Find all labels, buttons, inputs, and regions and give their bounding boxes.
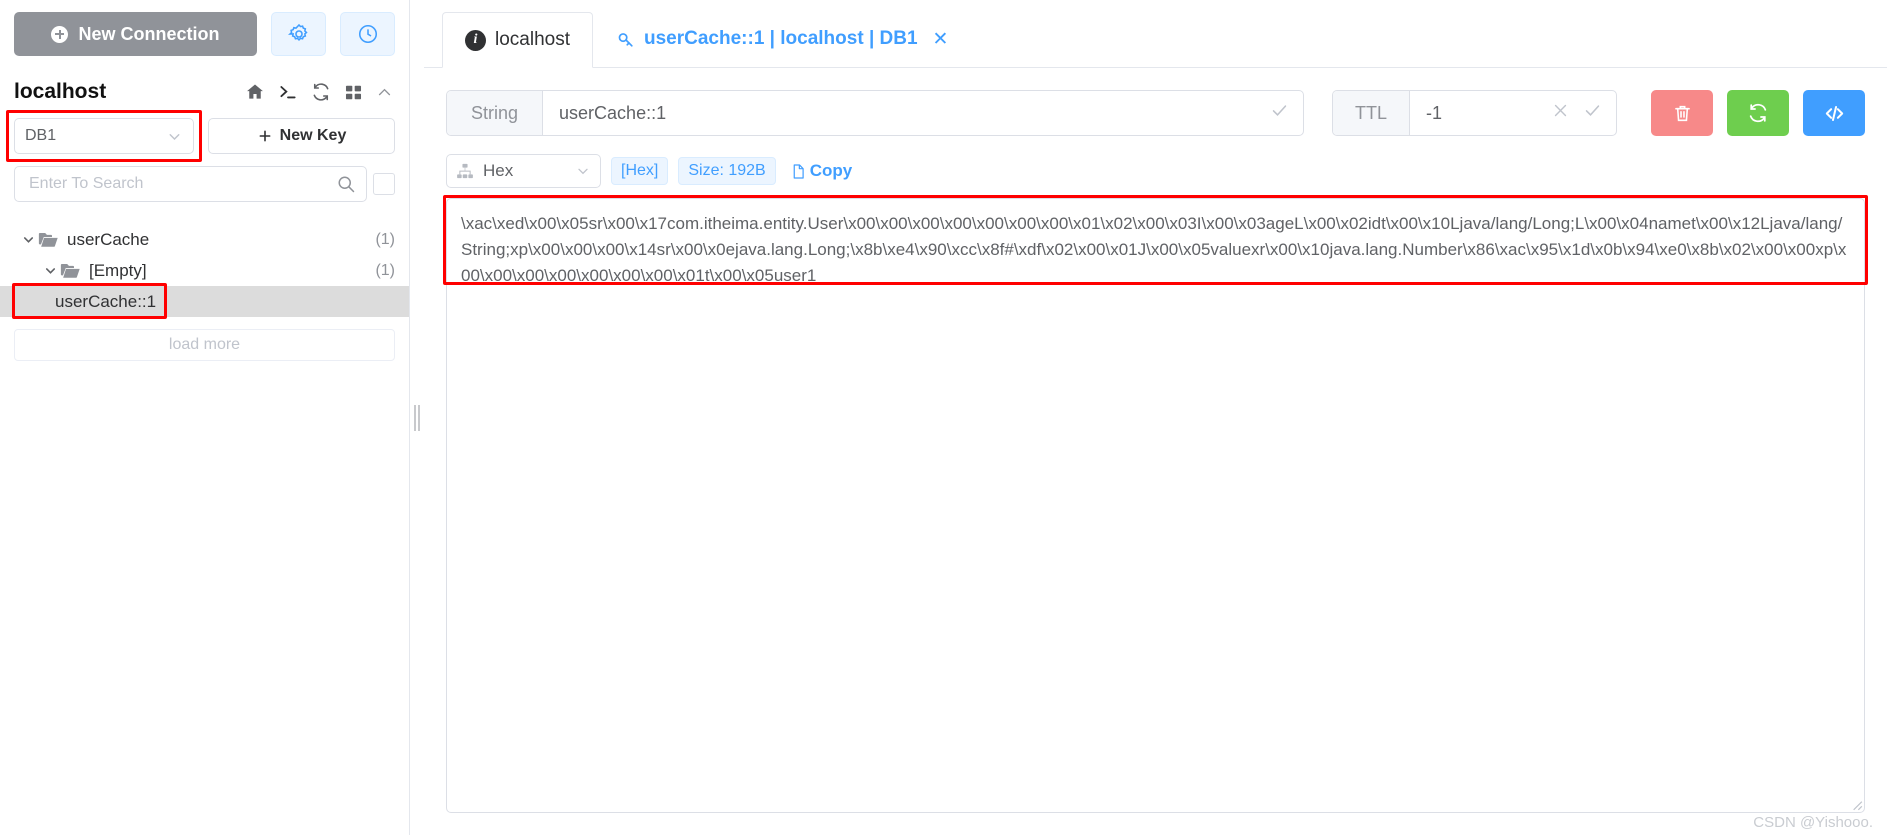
refresh-button[interactable]	[311, 82, 331, 102]
db-select-wrapper: DB1	[6, 110, 202, 162]
history-button[interactable]	[340, 12, 395, 56]
main-panel: i localhost userCache::1 | localhost | D…	[424, 0, 1887, 835]
format-select[interactable]: Hex	[446, 154, 601, 188]
tree-node-label: [Empty]	[89, 260, 147, 280]
value-textarea[interactable]: \xac\xed\x00\x05sr\x00\x17com.itheima.en…	[446, 198, 1865, 813]
host-name: localhost	[14, 80, 107, 103]
tab-key-detail[interactable]: userCache::1 | localhost | DB1 ✕	[593, 11, 971, 67]
collapse-button[interactable]	[376, 84, 393, 101]
tree-node-userCache-1[interactable]: userCache::1	[0, 283, 409, 319]
search-icon[interactable]	[336, 174, 356, 194]
tab-bar: i localhost userCache::1 | localhost | D…	[424, 0, 1887, 68]
tab-localhost[interactable]: i localhost	[442, 12, 593, 68]
settings-button[interactable]	[271, 12, 326, 56]
reload-value-button[interactable]	[1727, 90, 1789, 136]
clock-icon	[358, 24, 377, 44]
new-connection-button[interactable]: New Connection	[14, 12, 257, 56]
tree-node-label: userCache::1	[55, 291, 157, 311]
tree-node-count: (1)	[375, 230, 395, 248]
format-select-value: Hex	[483, 161, 514, 180]
key-name-input[interactable]	[557, 101, 1250, 125]
refresh-icon	[313, 83, 329, 101]
ttl-input-suffix	[1546, 91, 1616, 135]
copy-button[interactable]: Copy	[790, 161, 853, 181]
chevron-down-icon	[578, 168, 588, 175]
key-input-suffix	[1264, 91, 1303, 135]
close-icon[interactable]	[1552, 102, 1569, 125]
check-icon[interactable]	[1583, 101, 1602, 126]
key-icon	[618, 32, 633, 47]
db-select[interactable]: DB1	[14, 118, 194, 154]
tree-node-label: userCache	[67, 229, 150, 249]
copy-label: Copy	[809, 161, 853, 180]
host-header: localhost	[0, 66, 409, 112]
home-button[interactable]	[245, 82, 265, 102]
info-icon: i	[465, 29, 486, 51]
load-more-button[interactable]: load more	[14, 329, 395, 361]
chevron-down-icon	[169, 133, 180, 140]
console-button[interactable]	[278, 82, 298, 102]
tab-label: localhost	[495, 29, 570, 50]
db-select-value: DB1	[25, 127, 57, 144]
key-action-buttons	[1651, 90, 1865, 136]
search-scope-checkbox[interactable]	[373, 173, 395, 195]
ttl-label: TTL	[1333, 91, 1411, 135]
trash-icon	[1674, 105, 1690, 121]
size-tag[interactable]: Size: 192B	[678, 157, 776, 185]
chevron-down-icon[interactable]	[18, 232, 38, 247]
document-icon	[793, 163, 804, 179]
encoding-tag-label: [Hex]	[621, 162, 659, 179]
plus-circle-icon	[51, 25, 69, 43]
key-input-group: String	[446, 90, 1304, 136]
view-toolbar: Hex [Hex] Size: 192B Copy	[424, 136, 1887, 188]
host-action-icons	[245, 82, 393, 102]
sidebar-top-actions: New Connection	[0, 0, 409, 66]
redis-desktop-manager-window: New Connection localhost DB1 New Key Ent…	[0, 0, 1887, 835]
folder-open-icon	[60, 262, 81, 280]
search-box[interactable]	[14, 166, 367, 202]
ttl-field[interactable]	[1410, 91, 1546, 135]
plus-icon	[259, 130, 271, 142]
ttl-input-group: TTL	[1332, 90, 1617, 136]
panel-splitter[interactable]	[410, 0, 424, 835]
chevron-up-icon	[378, 88, 391, 95]
tree-node-count: (1)	[375, 261, 395, 279]
new-connection-label: New Connection	[78, 23, 220, 44]
gear-icon	[287, 23, 308, 42]
key-tree: userCache (1) [Empty] (1) userCache::1 l…	[0, 224, 409, 835]
delete-key-button[interactable]	[1651, 90, 1713, 136]
refresh-icon	[1749, 103, 1767, 123]
grid-icon	[345, 85, 362, 99]
db-row: DB1 New Key	[0, 110, 409, 162]
size-tag-label: Size: 192B	[688, 162, 766, 179]
folder-open-icon	[38, 231, 59, 249]
home-icon	[247, 84, 263, 99]
encoding-tag[interactable]: [Hex]	[611, 157, 669, 185]
sidebar: New Connection localhost DB1 New Key Ent…	[0, 0, 410, 835]
search-input[interactable]	[27, 174, 336, 194]
new-key-button[interactable]: New Key	[208, 118, 395, 154]
tree-icon	[457, 163, 473, 179]
load-more-label: load more	[168, 336, 241, 353]
code-icon	[1825, 105, 1843, 121]
check-icon[interactable]	[1270, 101, 1289, 126]
key-toolbar: String TTL	[424, 68, 1887, 136]
value-editor-wrapper: \xac\xed\x00\x05sr\x00\x17com.itheima.en…	[443, 195, 1868, 813]
close-icon[interactable]: ✕	[933, 28, 949, 51]
search-row	[0, 154, 409, 202]
ttl-input[interactable]	[1424, 101, 1532, 125]
chevron-down-icon[interactable]	[40, 263, 60, 278]
key-name-field[interactable]	[543, 91, 1264, 135]
view-source-button[interactable]	[1803, 90, 1865, 136]
terminal-icon	[280, 86, 296, 99]
new-key-label: New Key	[279, 127, 347, 144]
tree-node-empty[interactable]: [Empty] (1)	[0, 255, 409, 286]
tree-node-userCache[interactable]: userCache (1)	[0, 224, 409, 255]
grid-view-button[interactable]	[344, 83, 363, 102]
key-type-label: String	[447, 91, 544, 135]
watermark: CSDN @Yishooo.	[1753, 814, 1873, 831]
splitter-grip	[414, 404, 420, 431]
tab-label: userCache::1 | localhost | DB1	[644, 28, 918, 49]
